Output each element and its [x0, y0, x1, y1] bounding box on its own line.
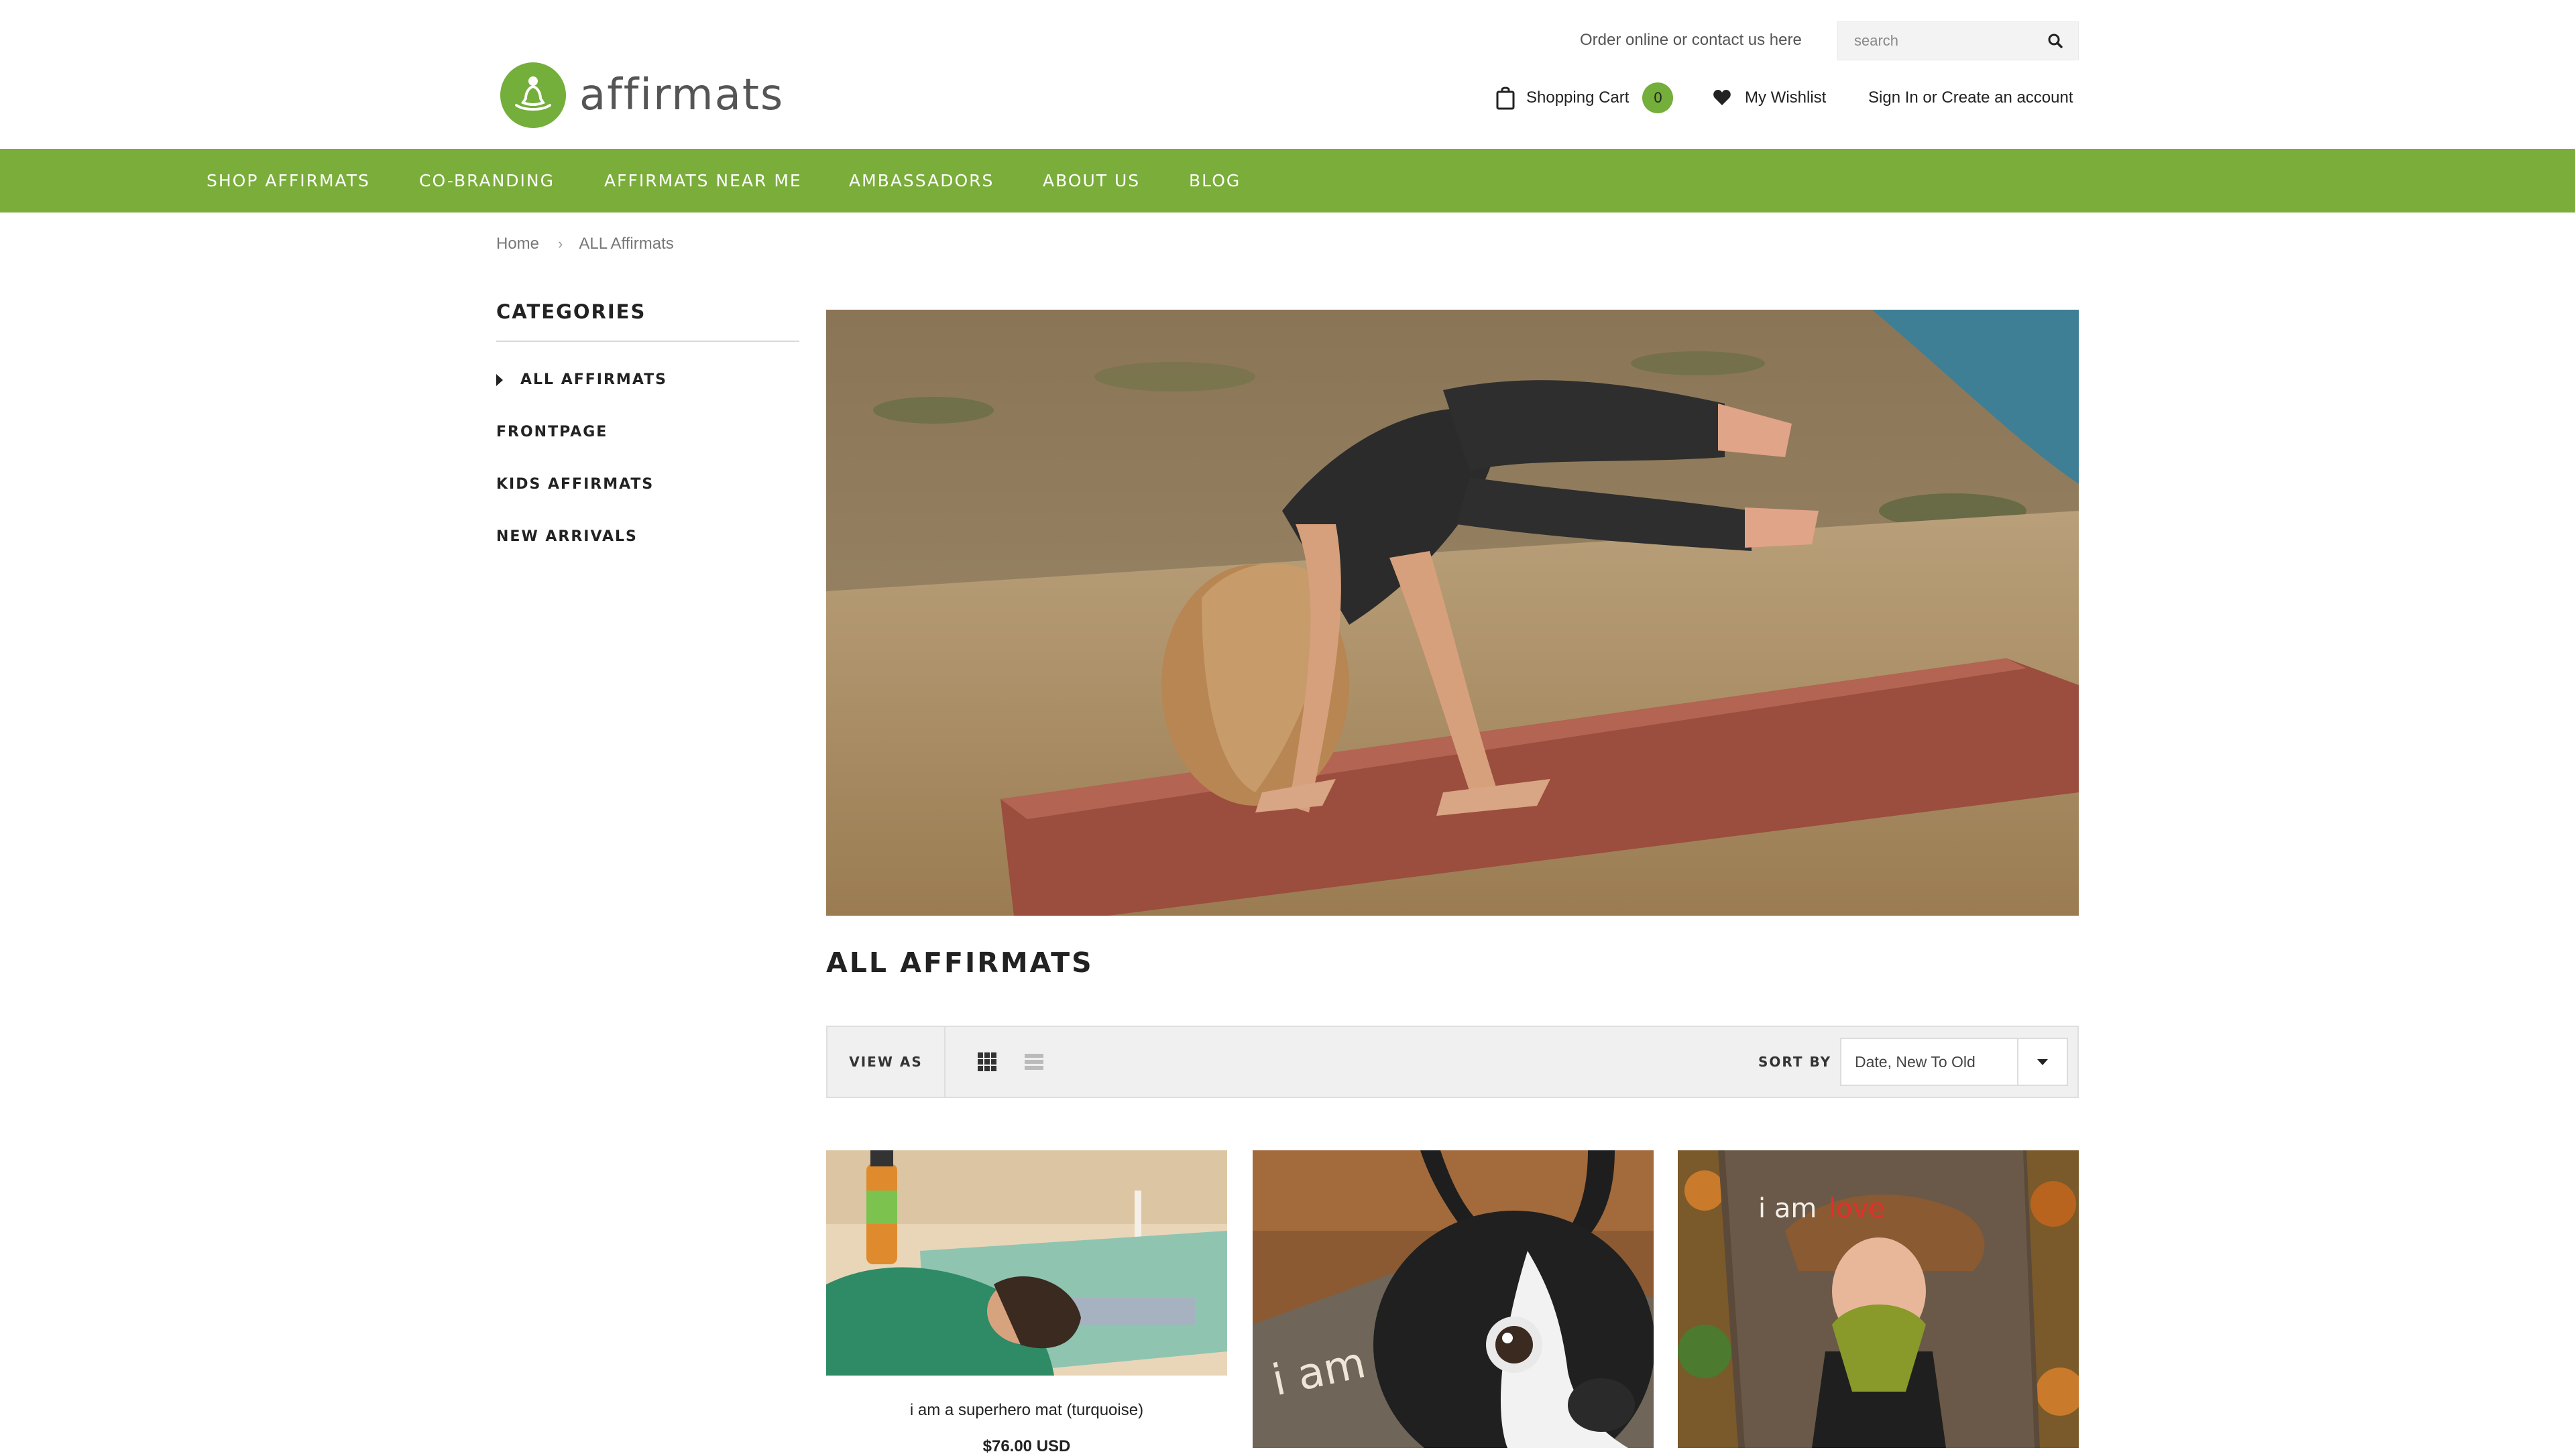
nav-affirmats-near-me[interactable]: AFFIRMATS NEAR ME — [604, 149, 802, 213]
category-kids-affirmats[interactable]: KIDS AFFIRMATS — [496, 476, 654, 493]
product-card[interactable]: i am a superhero mat (turquoise) $76.00 … — [826, 1150, 1227, 1456]
main-nav: SHOP AFFIRMATS CO-BRANDING AFFIRMATS NEA… — [0, 149, 2575, 213]
breadcrumb-home[interactable]: Home — [496, 235, 539, 253]
category-new-arrivals[interactable]: NEW ARRIVALS — [496, 528, 638, 545]
sidebar-title: CATEGORIES — [496, 300, 799, 342]
nav-about-us[interactable]: ABOUT US — [1043, 149, 1140, 213]
breadcrumb: Home › ALL Affirmats — [496, 235, 674, 253]
product-card[interactable]: i am love — [1678, 1150, 2079, 1448]
search-icon — [2048, 34, 2063, 48]
sort-by-label: SORT BY — [1758, 1054, 1832, 1070]
search-input[interactable] — [1838, 22, 2033, 60]
site-header: affirmats Order online or contact us her… — [0, 0, 2575, 149]
category-all-affirmats[interactable]: ALL AFFIRMATS — [496, 371, 667, 388]
view-as-label: VIEW AS — [827, 1027, 946, 1097]
caret-down-icon — [2037, 1058, 2048, 1065]
category-label: ALL AFFIRMATS — [520, 371, 667, 388]
list-view-icon — [1025, 1054, 1043, 1070]
breadcrumb-separator: › — [558, 235, 563, 252]
mat-print-text-love: love — [1829, 1193, 1885, 1224]
mat-print-text: i am — [1758, 1193, 1817, 1224]
sort-selected-value: Date, New To Old — [1855, 1052, 1976, 1071]
caret-right-icon — [496, 373, 503, 386]
category-frontpage[interactable]: FRONTPAGE — [496, 424, 608, 440]
brand-name: affirmats — [579, 70, 785, 120]
product-image[interactable]: i am love — [1678, 1150, 2079, 1448]
wishlist-link[interactable]: My Wishlist — [1713, 82, 1826, 114]
product-image[interactable]: i am — [1253, 1150, 1654, 1448]
order-contact-link[interactable]: Order online or contact us here — [1580, 31, 1802, 50]
nav-co-branding[interactable]: CO-BRANDING — [419, 149, 555, 213]
heart-icon — [1713, 90, 1731, 105]
wishlist-label: My Wishlist — [1745, 88, 1827, 107]
meditation-figure-icon — [500, 62, 566, 128]
collection-banner-image — [826, 310, 2079, 916]
collection-toolbar: VIEW AS SORT BY Date, New To Old — [826, 1026, 2079, 1098]
product-card[interactable]: i am — [1253, 1150, 1654, 1448]
product-name[interactable]: i am a superhero mat (turquoise) — [826, 1401, 1227, 1420]
product-price: $76.00 USD — [982, 1437, 1071, 1455]
nav-ambassadors[interactable]: AMBASSADORS — [849, 149, 994, 213]
search-button[interactable] — [2033, 22, 2078, 60]
nav-shop-affirmats[interactable]: SHOP AFFIRMATS — [207, 149, 370, 213]
grid-view-icon — [978, 1052, 996, 1071]
cart-count-badge: 0 — [1642, 82, 1674, 113]
list-view-button[interactable] — [1023, 1051, 1045, 1073]
product-image[interactable] — [826, 1150, 1227, 1376]
sort-select[interactable]: Date, New To Old — [1840, 1038, 2068, 1086]
grid-view-button[interactable] — [976, 1051, 998, 1073]
brand-logo[interactable]: affirmats — [500, 62, 784, 129]
category-sidebar: CATEGORIES ALL AFFIRMATS FRONTPAGE KIDS … — [496, 300, 799, 545]
sort-dropdown-toggle[interactable] — [2017, 1039, 2067, 1085]
shopping-cart-link[interactable]: Shopping Cart 0 — [1495, 82, 1674, 114]
breadcrumb-current: ALL Affirmats — [579, 235, 674, 253]
shopping-bag-icon — [1496, 86, 1515, 110]
collection-title: ALL AFFIRMATS — [826, 947, 1094, 979]
cart-label: Shopping Cart — [1526, 88, 1629, 107]
sign-in-link[interactable]: Sign In or Create an account — [1868, 82, 2073, 114]
nav-blog[interactable]: BLOG — [1189, 149, 1241, 213]
search-bar — [1837, 21, 2079, 60]
